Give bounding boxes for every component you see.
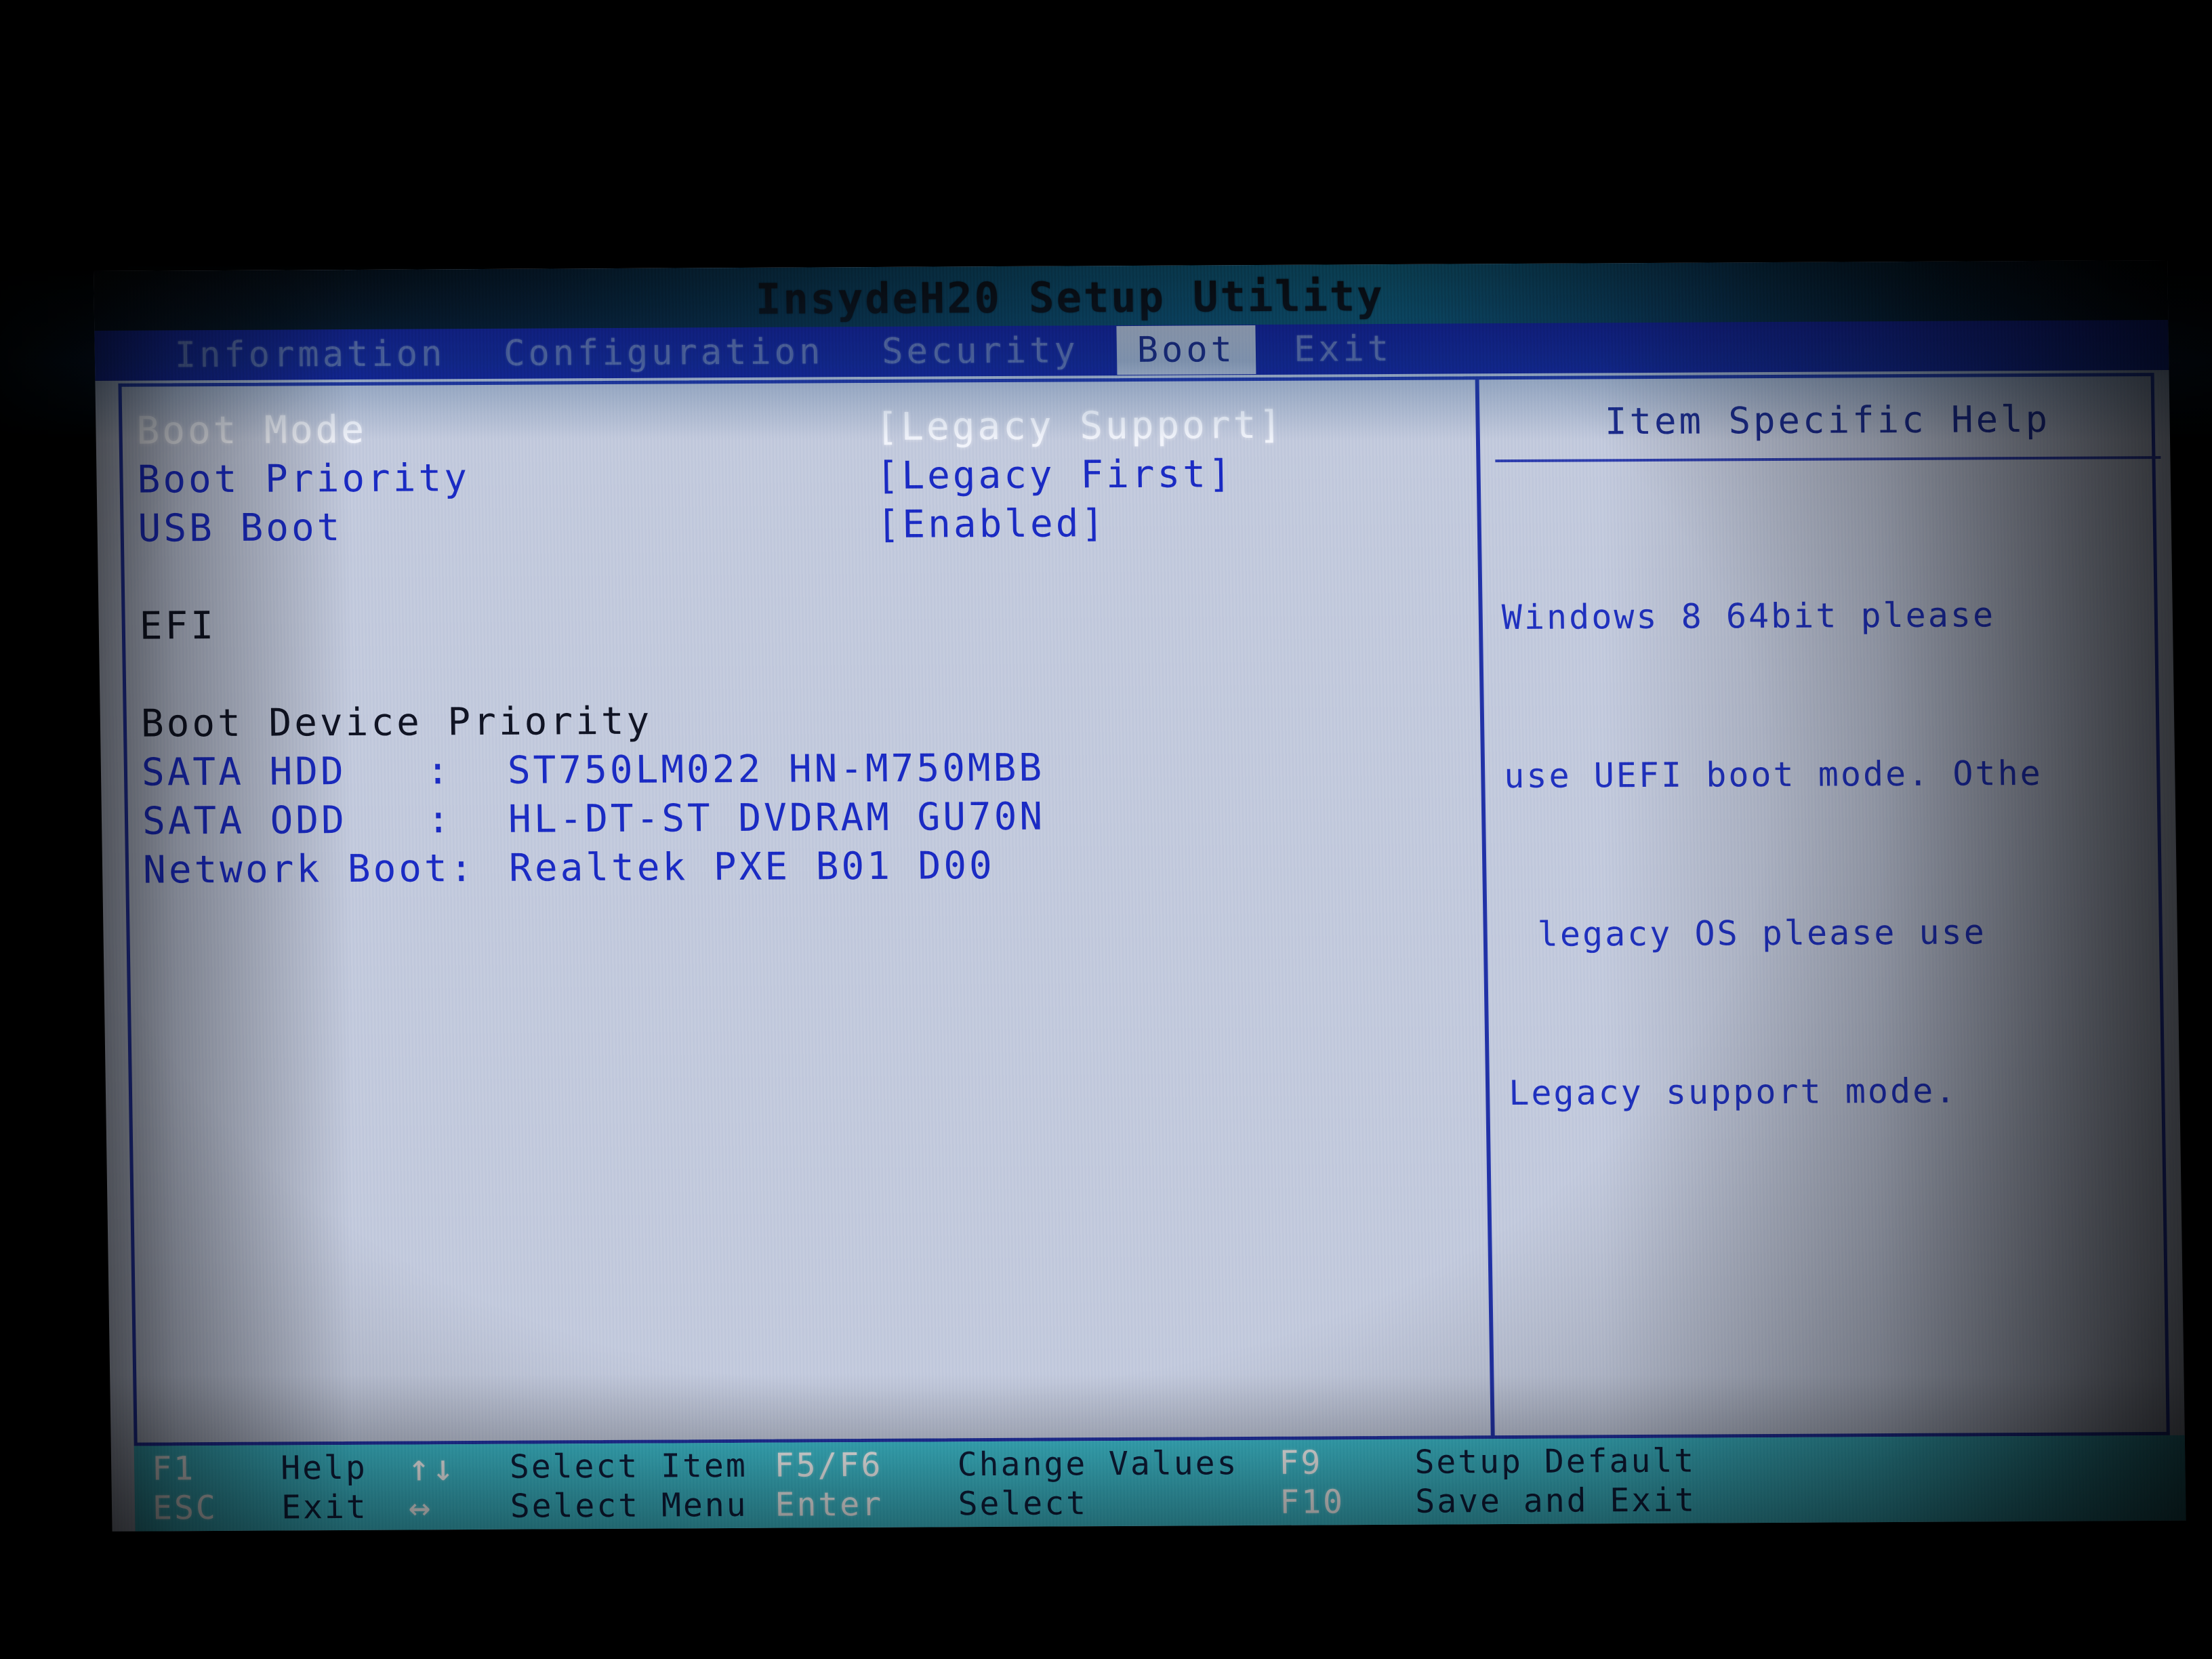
item-specific-help-panel: Item Specific Help Windows 8 64bit pleas… (1492, 382, 2178, 1436)
key-description: Exit (281, 1488, 369, 1527)
laptop-screen: InsydeH20 Setup Utility Information Conf… (94, 260, 2186, 1532)
setting-value[interactable]: [Legacy Support] (875, 403, 1284, 449)
setting-row-boot-mode[interactable]: Boot Mode [Legacy Support] (136, 399, 1465, 455)
function-key-group-values: F5/F6 Change Values Enter Select (774, 1443, 1239, 1525)
function-key-f5-f6[interactable]: F5/F6 Change Values (774, 1443, 1239, 1486)
function-key-left-right-arrows[interactable]: ↔ Select Menu (408, 1485, 749, 1529)
key-label: F10 (1279, 1483, 1345, 1521)
tab-configuration[interactable]: Configuration (483, 327, 844, 378)
key-label: ESC (152, 1488, 218, 1528)
function-key-bar: F1 Help ESC Exit ↑↓ Select Item ↔ Select… (134, 1435, 2186, 1532)
tab-information[interactable]: Information (154, 329, 466, 380)
device-name: SATA ODD (142, 798, 348, 844)
function-key-enter[interactable]: Enter Select (775, 1483, 1240, 1525)
help-line: Legacy support mode. (1508, 1071, 1958, 1113)
setting-row-usb-boot[interactable]: USB Boot [Enabled] (138, 497, 1467, 552)
key-description: Help (280, 1448, 368, 1488)
help-line: use UEFI boot mode. Othe (1503, 753, 2043, 796)
key-description: Setup Default (1414, 1441, 1696, 1481)
tab-boot[interactable]: Boot (1116, 325, 1256, 375)
help-line: Windows 8 64bit please (1501, 595, 1996, 638)
function-key-group-navigation: F1 Help ESC Exit (152, 1448, 368, 1528)
function-key-group-save: F9 Setup Default F10 Save and Exit (1279, 1441, 1696, 1522)
help-panel-title: Item Specific Help (1604, 397, 2051, 443)
up-down-arrow-icon: ↑↓ (407, 1446, 457, 1490)
device-name: SATA HDD (141, 749, 347, 795)
tab-exit[interactable]: Exit (1273, 325, 1412, 374)
function-key-f1[interactable]: F1 Help (152, 1448, 367, 1489)
function-key-f10[interactable]: F10 Save and Exit (1279, 1481, 1697, 1522)
boot-device-row-network-boot[interactable]: Network Boot: Realtek PXE B01 D00 (143, 838, 1472, 894)
boot-device-priority-heading: Boot Device Priority (140, 699, 653, 746)
key-label: F1 (151, 1450, 196, 1488)
bios-setup-screen: InsydeH20 Setup Utility Information Conf… (94, 260, 2186, 1532)
device-value: Realtek PXE B01 D00 (508, 843, 996, 890)
boot-device-row-sata-hdd[interactable]: SATA HDD : ST750LM022 HN-M750MBB (141, 741, 1470, 796)
key-description: Select Item (509, 1446, 748, 1486)
settings-panel: Boot Mode [Legacy Support] Boot Priority… (136, 399, 1480, 1443)
key-description: Save and Exit (1414, 1481, 1697, 1521)
device-name: Network Boot: (142, 846, 476, 893)
setting-row-boot-priority[interactable]: Boot Priority [Legacy First] (137, 448, 1466, 504)
key-label: F5/F6 (774, 1446, 883, 1485)
key-description: Change Values (957, 1444, 1239, 1484)
function-key-up-down-arrows[interactable]: ↑↓ Select Item (407, 1446, 748, 1490)
key-label: F9 (1279, 1443, 1323, 1482)
function-key-esc[interactable]: ESC Exit (152, 1488, 368, 1528)
key-description: Select (958, 1484, 1088, 1523)
tab-security[interactable]: Security (861, 326, 1100, 376)
app-title: InsydeH20 Setup Utility (755, 271, 1385, 324)
setting-label: USB Boot (138, 505, 343, 551)
key-description: Select Menu (510, 1486, 749, 1525)
setting-value[interactable]: [Enabled] (876, 501, 1107, 547)
help-panel-body: Windows 8 64bit please use UEFI boot mod… (1493, 482, 2175, 1225)
device-separator: : (426, 748, 453, 793)
key-label: Enter (775, 1485, 884, 1524)
setting-label: Boot Mode (136, 407, 367, 453)
setting-value[interactable]: [Legacy First] (876, 452, 1234, 498)
device-separator: : (426, 797, 453, 842)
help-line: legacy OS please use (1537, 912, 1987, 954)
boot-device-row-sata-odd[interactable]: SATA ODD : HL-DT-ST DVDRAM GU70N (142, 790, 1471, 845)
device-value: HL-DT-ST DVDRAM GU70N (508, 794, 1046, 842)
function-key-group-arrows: ↑↓ Select Item ↔ Select Menu (407, 1446, 749, 1529)
function-key-f9[interactable]: F9 Setup Default (1279, 1441, 1696, 1483)
device-value: ST750LM022 HN-M750MBB (507, 745, 1045, 793)
menu-bar: Information Configuration Security Boot … (94, 319, 2169, 381)
photograph-of-laptop-screen: InsydeH20 Setup Utility Information Conf… (0, 0, 2212, 1659)
setting-label: Boot Priority (137, 455, 470, 502)
efi-heading: EFI (139, 603, 217, 649)
left-right-arrow-icon: ↔ (408, 1485, 433, 1529)
